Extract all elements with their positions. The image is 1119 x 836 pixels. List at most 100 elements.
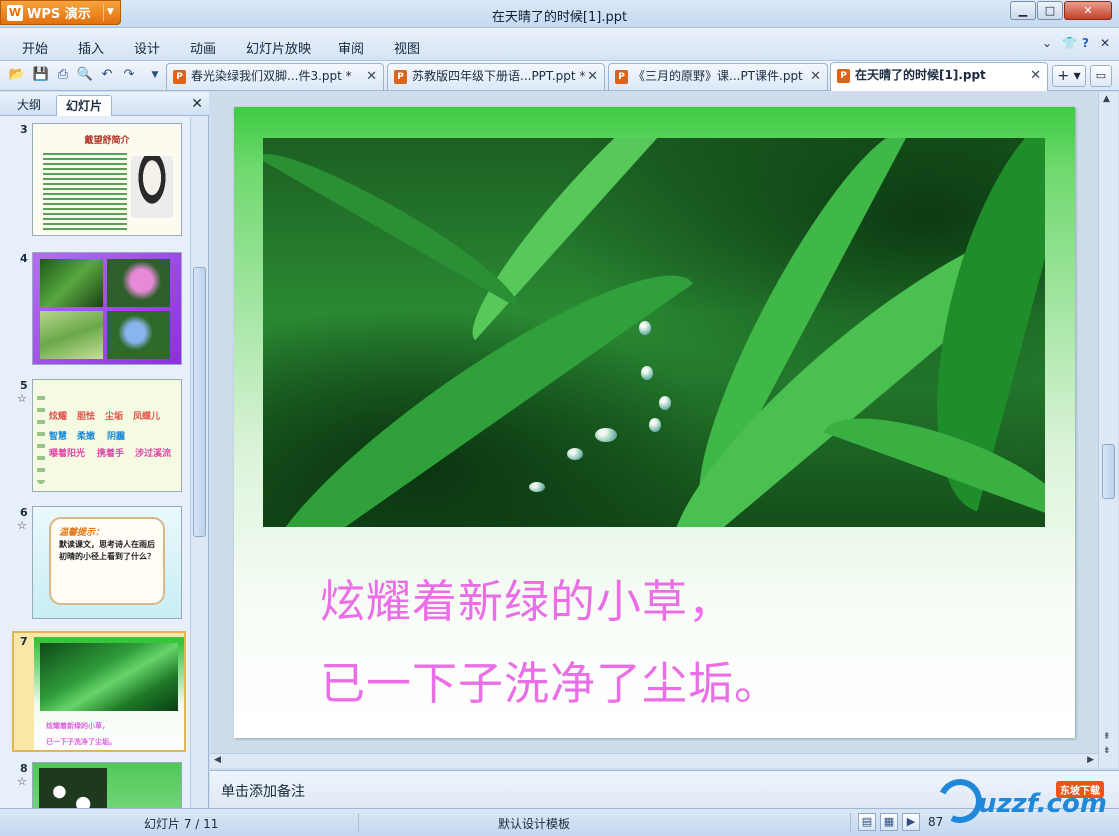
photo-flower-pink bbox=[107, 259, 170, 307]
close-icon[interactable]: ✕ bbox=[1030, 63, 1041, 88]
doc-tab-1[interactable]: P 春光染绿我们双脚...件3.ppt * ✕ bbox=[166, 63, 384, 90]
doc-tab-label: 在天晴了的时候[1].ppt bbox=[855, 68, 986, 82]
menu-animation[interactable]: 动画 bbox=[190, 38, 216, 57]
new-tab-button[interactable]: + ▾ bbox=[1052, 65, 1086, 87]
menu-review[interactable]: 审阅 bbox=[338, 38, 364, 57]
photo-grass bbox=[40, 311, 103, 359]
slide-sorter-icon[interactable]: ▦ bbox=[880, 813, 898, 831]
tab-slides[interactable]: 幻灯片 bbox=[56, 95, 112, 116]
customize-dropdown-icon[interactable]: ▼ bbox=[146, 66, 164, 84]
close-icon[interactable]: ✕ bbox=[1100, 36, 1110, 50]
close-icon[interactable]: ✕ bbox=[366, 64, 377, 89]
vocab-word: 携着手 bbox=[97, 449, 125, 459]
scroll-up-icon[interactable]: ▲ bbox=[1103, 94, 1110, 104]
maximize-button[interactable]: □ bbox=[1037, 1, 1063, 20]
vocab-word: 曝着阳光 bbox=[49, 449, 86, 459]
chevron-down-icon[interactable]: ⌄ bbox=[1042, 36, 1052, 50]
slide-editor: 炫耀着新绿的小草， 已一下子洗净了尘垢。 bbox=[210, 92, 1119, 768]
tip-heading: 温馨提示： bbox=[59, 528, 105, 538]
scrollbar-thumb[interactable] bbox=[1102, 444, 1115, 499]
divider bbox=[850, 813, 851, 833]
watermark-badge: 东坡下载 bbox=[1056, 781, 1104, 798]
thumbnail-image: 炫耀着新绿的小草， 已一下子洗净了尘垢。 bbox=[34, 637, 184, 750]
animation-star-icon: ☆ bbox=[17, 775, 27, 788]
template-status: 默认设计模板 bbox=[498, 817, 571, 831]
menu-view[interactable]: 视图 bbox=[394, 38, 420, 57]
scroll-left-icon[interactable]: ◀ bbox=[214, 755, 221, 765]
water-drop bbox=[659, 396, 671, 410]
slide-position-status: 幻灯片 7 / 11 bbox=[144, 817, 219, 831]
thumbnail-title: 戴望舒简介 bbox=[84, 136, 130, 146]
skin-shirt-icon[interactable]: 👕 bbox=[1062, 36, 1077, 50]
scrollbar-thumb[interactable] bbox=[193, 267, 206, 537]
text-lines bbox=[43, 150, 127, 230]
tab-outline[interactable]: 大纲 bbox=[6, 95, 52, 116]
tip-card: 温馨提示： 默读课文，思考诗人在雨后初晴的小径上看到了什么？ bbox=[49, 517, 165, 605]
menu-home[interactable]: 开始 bbox=[22, 38, 48, 57]
next-slide-icon[interactable]: ⇟ bbox=[1103, 746, 1111, 756]
slide-number: 8 bbox=[20, 762, 28, 775]
leaf-shape bbox=[263, 138, 530, 308]
notebook-spiral bbox=[37, 388, 45, 484]
tip-body: 默读课文，思考诗人在雨后初晴的小径上看到了什么？ bbox=[59, 540, 155, 561]
water-drop bbox=[529, 482, 545, 492]
photo-leaves bbox=[40, 259, 103, 307]
vocab-word: 炫耀 bbox=[49, 412, 68, 422]
menu-slideshow[interactable]: 幻灯片放映 bbox=[246, 38, 311, 57]
window-title: 在天晴了的时候[1].ppt bbox=[491, 10, 628, 25]
water-drop bbox=[641, 366, 653, 380]
menu-insert[interactable]: 插入 bbox=[78, 38, 104, 57]
print-icon[interactable]: ⎙ bbox=[54, 66, 72, 84]
selected-thumbnail-frame: 炫耀着新绿的小草， 已一下子洗净了尘垢。 bbox=[12, 631, 186, 752]
vocab-word: 涉过溪流 bbox=[135, 449, 172, 459]
ppt-file-icon: P bbox=[615, 70, 628, 84]
close-window-button[interactable]: ✕ bbox=[1064, 1, 1112, 20]
thumbnail-scrollbar[interactable] bbox=[190, 117, 208, 808]
slide-number: 7 bbox=[20, 635, 28, 648]
animation-star-icon: ☆ bbox=[17, 519, 27, 532]
thumbnail-image bbox=[32, 762, 182, 808]
slide-caption-line-1[interactable]: 炫耀着新绿的小草， bbox=[320, 565, 734, 630]
vocab-word: 智慧 bbox=[49, 432, 68, 442]
normal-view-icon[interactable]: ▤ bbox=[858, 813, 876, 831]
slides-pane: 大纲 幻灯片 ✕ 3 戴望舒简介 4 5 ☆ 炫耀 胆怯 尘垢 凤蝶儿 智慧 柔… bbox=[0, 92, 209, 808]
doc-tab-2[interactable]: P 苏教版四年级下册语...PPT.ppt * ✕ bbox=[387, 63, 605, 90]
notes-placeholder[interactable]: 单击添加备注 bbox=[221, 781, 305, 801]
close-icon[interactable]: ✕ bbox=[587, 64, 598, 89]
tab-list-icon[interactable]: ▭ bbox=[1090, 65, 1112, 87]
doc-tab-3[interactable]: P 《三月的原野》课...PT课件.ppt ✕ bbox=[608, 63, 828, 90]
slideshow-play-icon[interactable]: ▶ bbox=[902, 813, 920, 831]
slide-number: 4 bbox=[20, 252, 28, 265]
current-slide[interactable]: 炫耀着新绿的小草， 已一下子洗净了尘垢。 bbox=[234, 107, 1075, 738]
save-icon[interactable]: 💾 bbox=[32, 66, 50, 84]
editor-vertical-scrollbar[interactable]: ▲ ⇞ ⇟ bbox=[1098, 92, 1118, 768]
scroll-right-icon[interactable]: ▶ bbox=[1087, 755, 1094, 765]
animation-star-icon: ☆ bbox=[17, 392, 27, 405]
water-drop bbox=[649, 418, 661, 432]
prev-slide-icon[interactable]: ⇞ bbox=[1103, 732, 1111, 742]
doc-tab-active[interactable]: P 在天晴了的时候[1].ppt ✕ bbox=[830, 62, 1048, 91]
grass-dewdrops-photo[interactable] bbox=[263, 138, 1045, 527]
close-icon[interactable]: ✕ bbox=[191, 96, 203, 112]
thumbnail-image: 炫耀 胆怯 尘垢 凤蝶儿 智慧 柔嫩 阴霾 曝着阳光 携着手 涉过溪流 bbox=[32, 379, 182, 492]
close-icon[interactable]: ✕ bbox=[810, 64, 821, 89]
ppt-file-icon: P bbox=[837, 69, 850, 83]
quick-access-toolbar: 📂 💾 ⎙ 🔍 ↶ ↷ ▼ P 春光染绿我们双脚...件3.ppt * ✕ P … bbox=[0, 61, 1119, 91]
slide-number: 6 bbox=[20, 506, 28, 519]
slide-thumbnail-list: 3 戴望舒简介 4 5 ☆ 炫耀 胆怯 尘垢 凤蝶儿 智慧 柔嫩 阴霾 曝着阳光… bbox=[0, 117, 190, 808]
help-icon[interactable]: ? bbox=[1082, 36, 1089, 50]
print-preview-icon[interactable]: 🔍 bbox=[76, 66, 94, 84]
minimize-button[interactable]: ▁ bbox=[1010, 1, 1036, 20]
daisy-photo bbox=[39, 768, 107, 808]
slide-caption-line-2[interactable]: 已一下子洗净了尘垢。 bbox=[320, 647, 780, 712]
thumbnail-caption-2: 已一下子洗净了尘垢。 bbox=[46, 738, 116, 746]
menu-design[interactable]: 设计 bbox=[134, 38, 160, 57]
pane-tabs: 大纲 幻灯片 ✕ bbox=[0, 92, 209, 116]
open-folder-icon[interactable]: 📂 bbox=[8, 66, 26, 84]
photo-flower-blue bbox=[107, 311, 170, 359]
editor-horizontal-scrollbar[interactable]: ◀ ▶ bbox=[210, 753, 1098, 768]
divider bbox=[358, 813, 359, 833]
ppt-file-icon: P bbox=[394, 70, 407, 84]
redo-icon[interactable]: ↷ bbox=[120, 66, 138, 84]
undo-icon[interactable]: ↶ bbox=[98, 66, 116, 84]
